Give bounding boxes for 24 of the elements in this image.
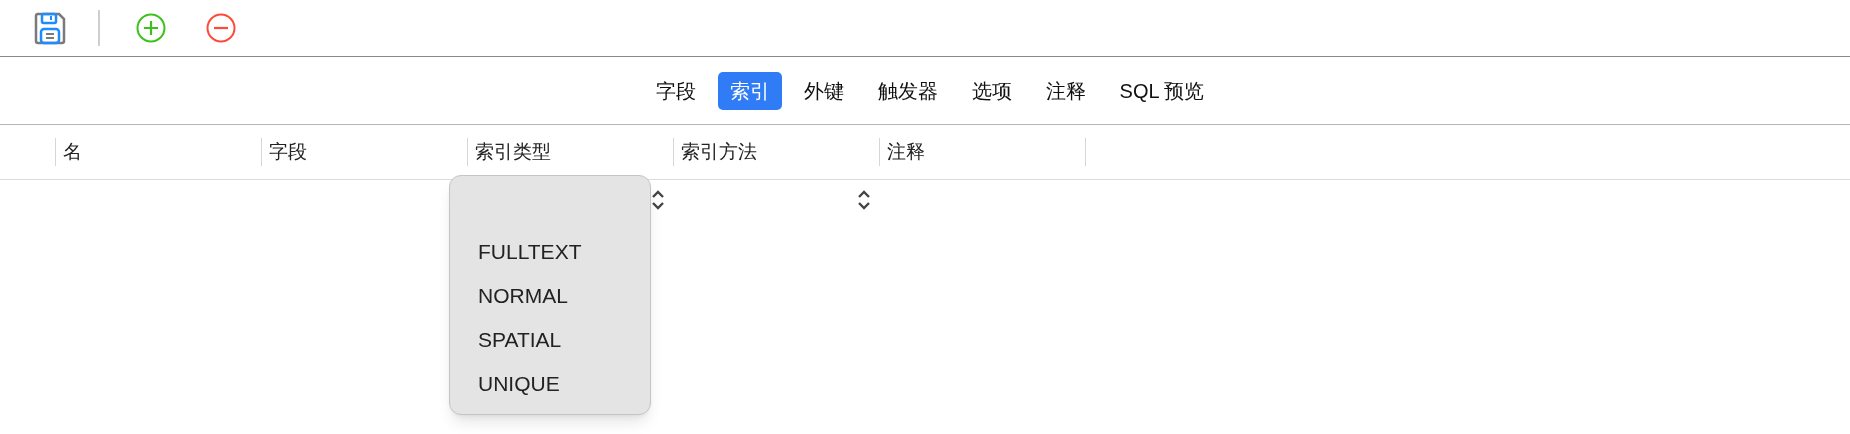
tab[interactable]: SQL 预览	[1107, 71, 1217, 110]
tab[interactable]: 索引	[717, 71, 782, 110]
tab[interactable]: 注释	[1033, 71, 1098, 110]
menu-item[interactable]: UNIQUE	[478, 362, 650, 406]
remove-icon	[206, 13, 236, 43]
menu-item[interactable]: FULLTEXT	[478, 230, 650, 274]
tab[interactable]: 字段	[643, 71, 708, 110]
tab[interactable]: 触发器	[865, 71, 950, 110]
save-button[interactable]	[32, 10, 68, 46]
stepper-icon[interactable]	[651, 189, 665, 211]
remove-button[interactable]	[204, 11, 238, 45]
add-icon	[136, 13, 166, 43]
menu-item[interactable]: NORMAL	[478, 274, 650, 318]
menu-item[interactable]: SPATIAL	[478, 318, 650, 362]
column-header[interactable]: 索引类型	[475, 137, 551, 167]
save-icon	[33, 11, 67, 45]
stepper-icon[interactable]	[857, 189, 871, 211]
column-header[interactable]: 字段	[269, 137, 307, 167]
column-header[interactable]: 名	[63, 137, 82, 167]
tab[interactable]: 选项	[959, 71, 1024, 110]
column-header[interactable]: 索引方法	[681, 137, 757, 167]
tab[interactable]: 外键	[791, 71, 856, 110]
column-header[interactable]: 注释	[887, 137, 925, 167]
add-button[interactable]	[134, 11, 168, 45]
